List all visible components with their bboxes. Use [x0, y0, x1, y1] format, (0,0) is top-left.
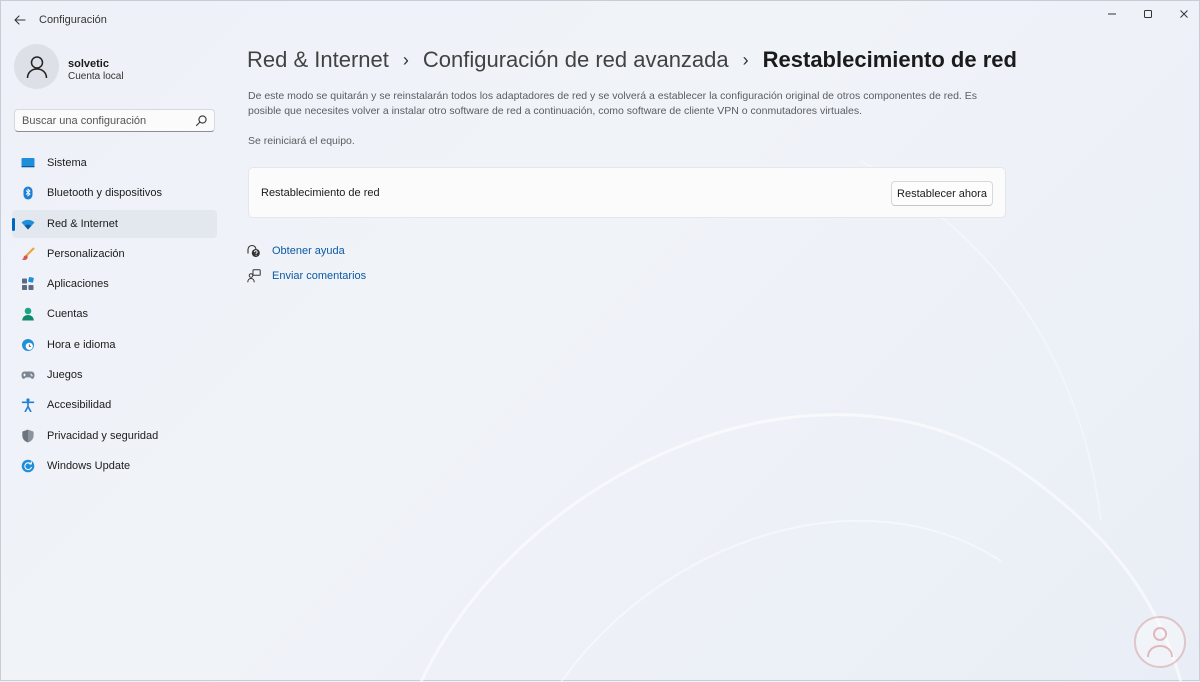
sidebar-item-label: Cuentas — [47, 308, 88, 321]
brush-icon — [21, 247, 35, 260]
watermark-logo — [1134, 616, 1186, 668]
description-text: De este modo se quitarán y se reinstalar… — [248, 90, 978, 117]
sidebar-item-label: Bluetooth y dispositivos — [47, 187, 162, 200]
breadcrumb-separator: › — [742, 49, 749, 70]
breadcrumb-item-red-internet[interactable]: Red & Internet — [247, 47, 389, 73]
sidebar-item-juegos[interactable]: Juegos — [12, 361, 217, 389]
breadcrumb: Red & Internet › Configuración de red av… — [247, 45, 1017, 75]
app-title: Configuración — [39, 14, 107, 26]
sidebar-item-label: Sistema — [47, 157, 87, 169]
minimize-button[interactable] — [1093, 1, 1131, 27]
sidebar-item-sistema[interactable]: Sistema — [12, 149, 217, 177]
sidebar-item-windows-update[interactable]: Windows Update — [12, 452, 217, 480]
settings-window: Configuración solvetic Cuenta local Busc… — [0, 0, 1200, 682]
help-icon — [247, 244, 260, 257]
avatar[interactable] — [14, 44, 59, 89]
sidebar-item-label: Juegos — [47, 369, 83, 382]
sidebar-item-label: Red & Internet — [47, 217, 118, 230]
search-icon[interactable] — [195, 114, 208, 127]
accessibility-icon — [21, 398, 35, 413]
page-title: Restablecimiento de red — [762, 47, 1017, 72]
gamepad-icon — [21, 371, 35, 379]
send-feedback-link[interactable]: Enviar comentarios — [247, 268, 366, 284]
user-name: solvetic — [68, 58, 109, 70]
sidebar-nav: Sistema Bluetooth y dispositivos Red & I… — [12, 149, 217, 482]
minimize-icon — [1108, 13, 1116, 15]
sidebar-item-personalizacion[interactable]: Personalización — [12, 240, 217, 268]
breadcrumb-separator: › — [402, 49, 409, 70]
feedback-icon — [247, 269, 261, 283]
apps-icon — [22, 277, 34, 291]
wifi-icon — [21, 219, 35, 230]
sidebar-item-bluetooth[interactable]: Bluetooth y dispositivos — [12, 179, 217, 207]
sidebar-item-label: Accesibilidad — [47, 399, 112, 412]
network-reset-label: Restablecimiento de red — [261, 187, 380, 199]
restart-note: Se reiniciará el equipo. — [248, 135, 355, 147]
monitor-icon — [21, 158, 35, 168]
sidebar-item-red-internet[interactable]: Red & Internet — [12, 209, 217, 238]
sidebar-item-label: Hora e idioma — [47, 338, 116, 351]
sidebar-item-label: Personalización — [47, 247, 125, 260]
back-button[interactable] — [9, 9, 31, 31]
sidebar-item-aplicaciones[interactable]: Aplicaciones — [12, 270, 217, 298]
update-icon — [21, 459, 35, 473]
bluetooth-icon — [23, 186, 33, 200]
title-bar: Configuración — [1, 1, 1200, 39]
search-input[interactable] — [22, 113, 182, 128]
close-icon — [1180, 10, 1188, 18]
sidebar-item-cuentas[interactable]: Cuentas — [12, 300, 217, 328]
close-button[interactable] — [1165, 1, 1200, 27]
person-icon — [22, 308, 34, 321]
arrow-left-icon — [14, 15, 26, 25]
reset-now-button[interactable]: Restablecer ahora — [891, 181, 993, 206]
breadcrumb-item-configuracion-red-avanzada[interactable]: Configuración de red avanzada — [423, 47, 729, 73]
sidebar-item-label: Privacidad y seguridad — [47, 429, 159, 442]
sidebar-item-privacidad[interactable]: Privacidad y seguridad — [12, 422, 217, 450]
sidebar-item-label: Aplicaciones — [47, 278, 109, 291]
account-type: Cuenta local — [68, 71, 124, 82]
person-icon — [26, 55, 47, 78]
send-feedback-label[interactable]: Enviar comentarios — [272, 270, 366, 282]
maximize-button[interactable] — [1129, 1, 1167, 27]
shield-icon — [22, 429, 34, 443]
search-box[interactable] — [14, 109, 215, 132]
sidebar-item-label: Windows Update — [47, 459, 131, 472]
clock-globe-icon — [22, 338, 34, 351]
get-help-link[interactable]: Obtener ayuda — [247, 243, 345, 259]
get-help-label[interactable]: Obtener ayuda — [272, 245, 345, 257]
maximize-icon — [1144, 10, 1152, 18]
sidebar-item-accesibilidad[interactable]: Accesibilidad — [12, 391, 217, 419]
sidebar-item-hora-idioma[interactable]: Hora e idioma — [12, 331, 217, 359]
network-reset-card: Restablecimiento de red Restablecer ahor… — [248, 167, 1006, 218]
